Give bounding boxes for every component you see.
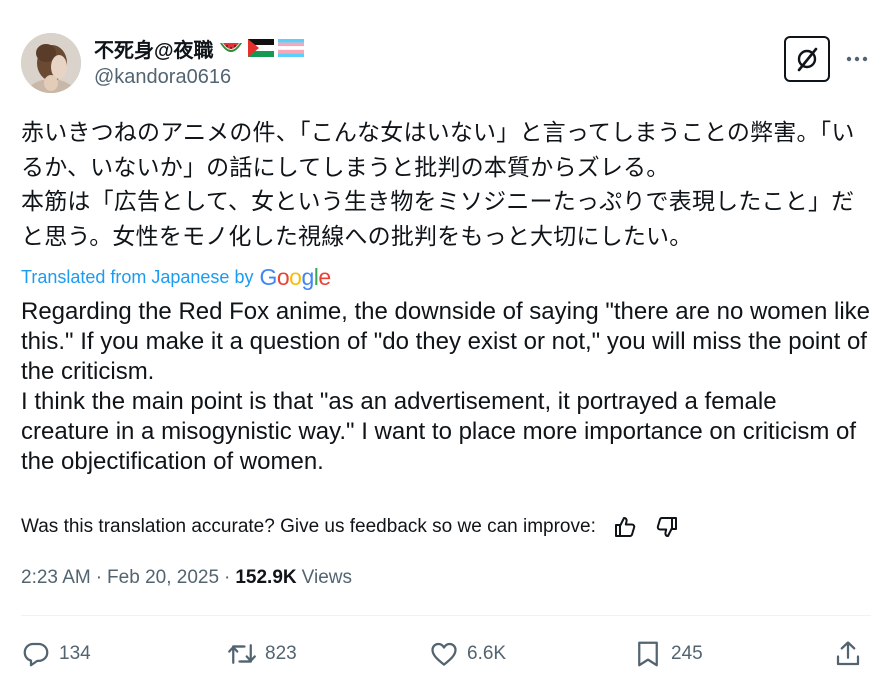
avatar-image	[21, 33, 81, 93]
repost-count: 823	[265, 643, 297, 664]
more-dots-icon	[846, 56, 868, 62]
author-name-row[interactable]: 不死身@夜職	[94, 34, 304, 63]
more-options-button[interactable]	[842, 44, 872, 74]
thumbs-down-icon	[656, 517, 677, 537]
thumbs-down-button[interactable]	[652, 512, 682, 542]
repost-icon	[228, 644, 256, 664]
views-label: Views	[301, 567, 352, 588]
bookmark-icon	[638, 641, 658, 667]
feedback-prompt: Was this translation accurate? Give us f…	[21, 516, 596, 537]
translation-feedback: Was this translation accurate? Give us f…	[21, 512, 694, 542]
reply-icon	[23, 642, 49, 667]
avatar[interactable]	[21, 33, 81, 93]
tweet-time[interactable]: 2:23 AM	[21, 567, 91, 589]
grok-button[interactable]	[784, 36, 830, 82]
translated-label: Translated from Japanese by	[21, 266, 254, 287]
share-button[interactable]	[833, 634, 871, 674]
thumbs-up-button[interactable]	[610, 512, 640, 542]
tweet-meta: 2:23 AM · Feb 20, 2025 · 152.9K Views	[21, 564, 352, 592]
like-count: 6.6K	[467, 643, 507, 664]
reply-button[interactable]: 134	[21, 634, 91, 674]
tweet-date[interactable]: Feb 20, 2025	[107, 567, 219, 589]
bookmark-count: 245	[671, 643, 703, 664]
like-button[interactable]: 6.6K	[429, 634, 506, 674]
divider	[21, 615, 871, 616]
share-icon	[836, 641, 860, 666]
transgender-flag-icon	[277, 39, 304, 57]
action-bar: 134 823 6.6K 245	[21, 634, 871, 674]
thumbs-up-icon	[614, 517, 636, 537]
heart-icon	[431, 642, 457, 666]
palestine-flag-icon	[247, 39, 274, 57]
meta-separator: ·	[95, 567, 103, 588]
meta-separator-2: ·	[224, 567, 231, 588]
watermelon-icon	[218, 39, 244, 57]
google-logo: Google	[259, 263, 331, 290]
views-count: 152.9K	[235, 567, 297, 588]
reply-count: 134	[59, 643, 91, 664]
tweet-original-text: 赤いきつねのアニメの件、「こんな女はいない」と言ってしまうことの弊害。「いるか、…	[21, 120, 855, 250]
tweet-translated-text: Regarding the Red Fox anime, the downsid…	[21, 298, 870, 475]
author-handle[interactable]: @kandora0616	[94, 66, 231, 89]
grok-icon	[797, 47, 818, 72]
translation-attribution[interactable]: Translated from Japanese by Google	[21, 264, 331, 290]
bookmark-button[interactable]: 245	[633, 634, 703, 674]
repost-button[interactable]: 823	[227, 634, 297, 674]
tweet-card: 不死身@夜職 @kandora0616 赤いきつねのアニメの件、「こんな女はいな…	[0, 0, 892, 686]
author-display-name[interactable]: 不死身@夜職	[94, 34, 214, 63]
